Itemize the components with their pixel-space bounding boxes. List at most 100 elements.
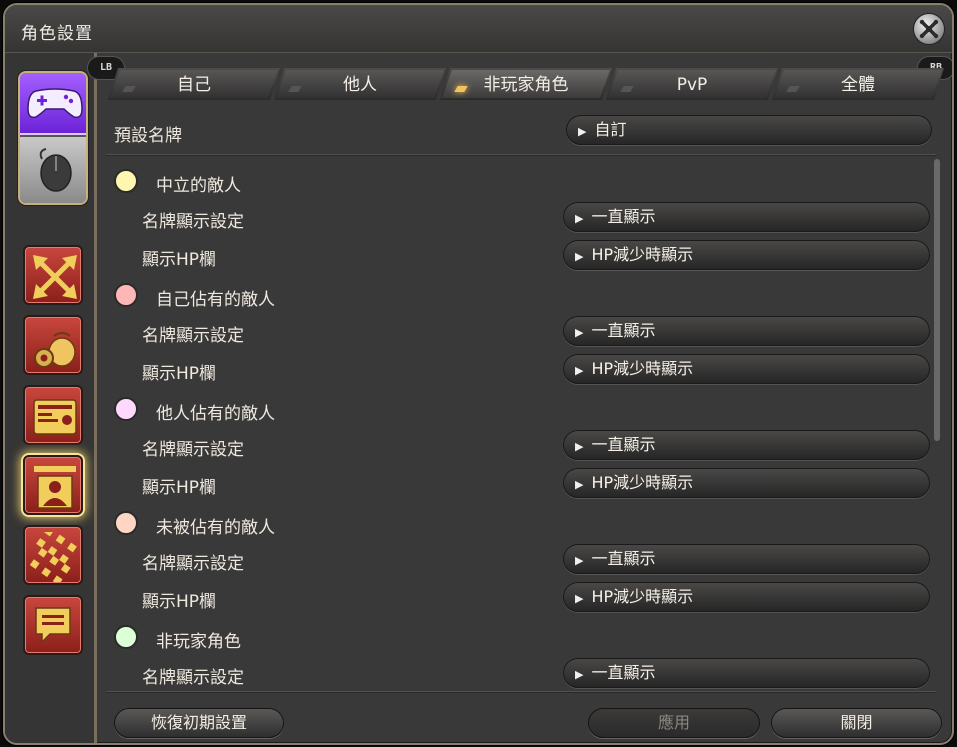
tab-bar: 自己 他人 非玩家角色 PvP 全體	[108, 68, 948, 102]
tab-npc[interactable]: 非玩家角色	[440, 68, 612, 100]
color-dot-icon	[114, 511, 138, 535]
settings-list: 中立的敵人 名牌顯示設定 ▶ 一直顯示 顯示HP欄 ▶ HP減少時顯示 自己佔有的敵人 名牌顯示…	[106, 159, 936, 689]
triangle-right-icon: ▶	[575, 250, 584, 263]
setting-label: 顯示HP欄	[142, 478, 217, 498]
close-button[interactable]: 關閉	[771, 708, 942, 738]
setting-dropdown[interactable]: ▶ HP減少時顯示	[563, 582, 930, 612]
setting-value: 一直顯示	[591, 663, 656, 682]
triangle-right-icon: ▶	[575, 478, 584, 491]
setting-dropdown[interactable]: ▶ HP減少時顯示	[563, 468, 930, 498]
setting-value: 一直顯示	[591, 321, 656, 340]
setting-value: HP減少時顯示	[591, 473, 694, 492]
preset-label: 預設名牌	[114, 126, 182, 146]
setting-row: 顯示HP欄 ▶ HP減少時顯示	[106, 351, 936, 385]
triangle-right-icon: ▶	[575, 326, 584, 339]
color-dot-icon	[114, 283, 138, 307]
tab-pvp[interactable]: PvP	[606, 68, 778, 100]
chat-icon	[35, 607, 71, 644]
setting-dropdown[interactable]: ▶ 一直顯示	[563, 658, 930, 688]
title-bar: 角色設置	[5, 5, 952, 53]
setting-label: 名牌顯示設定	[142, 212, 244, 232]
category-move-button[interactable]	[23, 245, 83, 305]
setting-dropdown[interactable]: ▶ 一直顯示	[563, 544, 930, 574]
setting-row: 顯示HP欄 ▶ HP減少時顯示	[106, 579, 936, 613]
setting-value: HP減少時顯示	[591, 587, 694, 606]
setting-label: 名牌顯示設定	[142, 554, 244, 574]
id-card-icon	[33, 399, 77, 435]
gamepad-icon	[27, 88, 83, 119]
group-label: 未被佔有的敵人	[156, 518, 275, 538]
reset-defaults-button[interactable]: 恢復初期設置	[114, 708, 284, 738]
group-label: 他人佔有的敵人	[156, 404, 275, 424]
tab-self[interactable]: 自己	[108, 68, 280, 100]
setting-label: 顯示HP欄	[142, 364, 217, 384]
setting-dropdown[interactable]: ▶ HP減少時顯示	[563, 240, 930, 270]
preset-dropdown[interactable]: ▶ 自訂	[566, 115, 932, 145]
setting-label: 顯示HP欄	[142, 250, 217, 270]
group-label: 自己佔有的敵人	[156, 290, 275, 310]
close-icon	[919, 19, 939, 39]
color-dot-icon	[114, 169, 138, 193]
setting-value: 一直顯示	[591, 549, 656, 568]
divider-bottom	[106, 691, 936, 693]
nameplate-icon	[34, 466, 76, 509]
scrollbar-thumb[interactable]	[934, 159, 940, 441]
category-checker-button[interactable]	[23, 525, 83, 585]
setting-label: 名牌顯示設定	[142, 668, 244, 688]
tab-label: 非玩家角色	[483, 75, 569, 95]
setting-row: 顯示HP欄 ▶ HP減少時顯示	[106, 465, 936, 499]
triangle-right-icon: ▶	[575, 554, 584, 567]
close-window-button[interactable]	[914, 14, 944, 44]
setting-dropdown[interactable]: ▶ 一直顯示	[563, 202, 930, 232]
setting-row: 名牌顯示設定 ▶ 一直顯示	[106, 541, 936, 575]
triangle-right-icon: ▶	[575, 440, 584, 453]
preset-value: 自訂	[594, 120, 627, 139]
category-card-button[interactable]	[23, 385, 83, 445]
setting-dropdown[interactable]: ▶ 一直顯示	[563, 316, 930, 346]
tab-all[interactable]: 全體	[772, 68, 944, 100]
setting-value: HP減少時顯示	[591, 245, 694, 264]
triangle-right-icon: ▶	[575, 668, 584, 681]
setting-dropdown[interactable]: ▶ 一直顯示	[563, 430, 930, 460]
setting-label: 名牌顯示設定	[142, 440, 244, 460]
mouse-icon	[39, 148, 72, 192]
group-label: 中立的敵人	[156, 176, 241, 196]
tab-label: 全體	[841, 75, 875, 95]
category-chat-button[interactable]	[23, 595, 83, 655]
setting-row: 名牌顯示設定 ▶ 一直顯示	[106, 199, 936, 233]
tab-label: 他人	[343, 75, 377, 95]
triangle-right-icon: ▶	[575, 212, 584, 225]
tab-label: 自己	[177, 75, 211, 95]
input-mode-panel	[18, 71, 88, 205]
checker-icon	[30, 532, 77, 582]
setting-row: 顯示HP欄 ▶ HP減少時顯示	[106, 237, 936, 271]
setting-row: 名牌顯示設定 ▶ 一直顯示	[106, 655, 936, 689]
gear-bag-icon	[34, 332, 76, 368]
triangle-right-icon: ▶	[575, 592, 584, 605]
group-label: 非玩家角色	[156, 632, 241, 652]
apply-button[interactable]: 應用	[588, 708, 760, 738]
color-dot-icon	[114, 397, 138, 421]
main-panel: LB RB 自己 他人 非玩家角色 PvP 全體 預設名牌 ▶ 自訂 中立的敵人…	[88, 53, 952, 743]
triangle-right-icon: ▶	[575, 364, 584, 377]
color-dot-icon	[114, 625, 138, 649]
setting-dropdown[interactable]: ▶ HP減少時顯示	[563, 354, 930, 384]
setting-value: 一直顯示	[591, 207, 656, 226]
setting-label: 顯示HP欄	[142, 592, 217, 612]
window-title: 角色設置	[21, 24, 93, 44]
divider-top	[106, 154, 936, 156]
setting-value: HP減少時顯示	[591, 359, 694, 378]
setting-label: 名牌顯示設定	[142, 326, 244, 346]
setting-row: 名牌顯示設定 ▶ 一直顯示	[106, 427, 936, 461]
tab-label: PvP	[676, 75, 708, 95]
setting-row: 名牌顯示設定 ▶ 一直顯示	[106, 313, 936, 347]
setting-value: 一直顯示	[591, 435, 656, 454]
preset-nameplate-row: 預設名牌 ▶ 自訂	[114, 115, 942, 149]
category-sidebar	[5, 53, 97, 743]
category-nameplate-button[interactable]	[23, 455, 83, 515]
move-arrows-icon	[33, 255, 77, 299]
category-items-button[interactable]	[23, 315, 83, 375]
triangle-right-icon: ▶	[578, 125, 587, 138]
tab-others[interactable]: 他人	[274, 68, 446, 100]
character-settings-window: 角色設置 LB RB 自己 他人 非玩家角色 PvP 全體 預設名牌 ▶ 自訂 …	[3, 3, 954, 745]
